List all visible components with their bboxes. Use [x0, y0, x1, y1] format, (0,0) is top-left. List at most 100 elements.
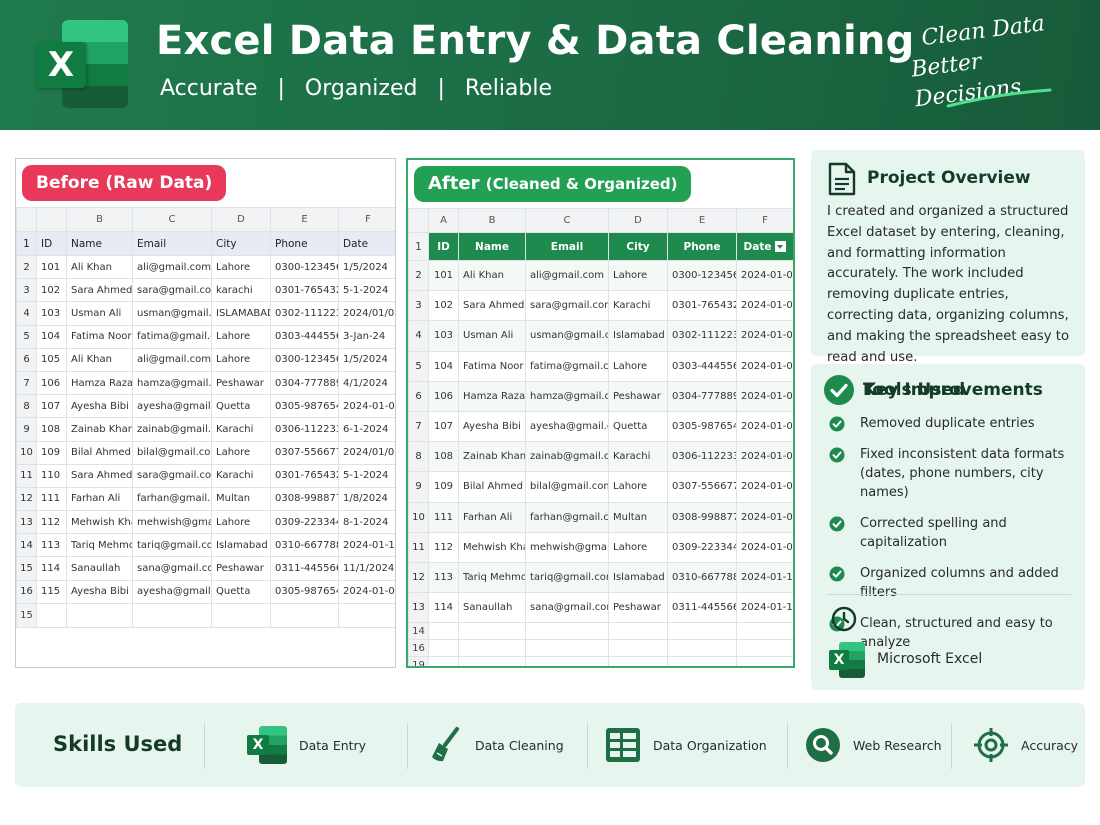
- table-cell[interactable]: 112: [36, 510, 67, 535]
- table-cell[interactable]: sara@gmail.com: [525, 290, 609, 322]
- row-number[interactable]: 19: [408, 656, 429, 666]
- column-header[interactable]: B: [66, 207, 133, 232]
- table-cell[interactable]: Zainab Khan: [66, 417, 133, 442]
- table-cell[interactable]: usman@gmail.com: [525, 320, 609, 352]
- table-cell[interactable]: ISLAMABAD: [211, 301, 271, 326]
- corner-cell[interactable]: [408, 208, 429, 233]
- table-cell[interactable]: [66, 602, 133, 628]
- table-cell[interactable]: [270, 602, 339, 628]
- table-cell[interactable]: 0300-1234567: [270, 254, 339, 280]
- table-cell[interactable]: [736, 622, 793, 641]
- table-cell[interactable]: 2024-01-07: [736, 471, 793, 503]
- table-cell[interactable]: Islamabad: [608, 561, 668, 594]
- table-cell[interactable]: 2024-01-03: [736, 350, 793, 382]
- table-cell[interactable]: 101: [36, 254, 67, 280]
- table-cell[interactable]: Lahore: [608, 471, 668, 503]
- table-cell[interactable]: [458, 622, 526, 641]
- row-number[interactable]: 14: [408, 622, 429, 641]
- row-number[interactable]: 3: [408, 290, 429, 322]
- table-cell[interactable]: [428, 639, 459, 658]
- table-cell[interactable]: usman@gmail.com: [132, 301, 212, 326]
- table-cell[interactable]: Lahore: [608, 531, 668, 563]
- header-cell[interactable]: City: [211, 231, 271, 256]
- row-number[interactable]: 2: [408, 259, 429, 292]
- table-cell[interactable]: ali@gmail.com: [525, 259, 609, 292]
- table-cell[interactable]: Karachi: [211, 463, 271, 488]
- table-cell[interactable]: 0307-5566778: [270, 440, 339, 465]
- row-number[interactable]: 16: [408, 639, 429, 658]
- header-cell[interactable]: Date: [736, 232, 793, 261]
- table-cell[interactable]: [736, 639, 793, 658]
- table-cell[interactable]: 5-1-2024: [338, 463, 395, 488]
- table-cell[interactable]: 110: [36, 463, 67, 488]
- table-cell[interactable]: Peshawar: [608, 380, 668, 412]
- table-cell[interactable]: [458, 656, 526, 666]
- table-cell[interactable]: ali@gmail.com: [132, 347, 212, 372]
- header-cell[interactable]: City: [608, 232, 668, 261]
- table-cell[interactable]: 107: [36, 394, 67, 419]
- table-cell[interactable]: [608, 639, 668, 658]
- table-cell[interactable]: Lahore: [608, 350, 668, 382]
- table-cell[interactable]: 104: [36, 324, 67, 349]
- row-number[interactable]: 5: [408, 350, 429, 382]
- table-cell[interactable]: 2024-01-06: [338, 579, 395, 604]
- table-cell[interactable]: fatima@gmail.com: [132, 324, 212, 349]
- column-header[interactable]: E: [270, 207, 339, 232]
- table-cell[interactable]: 103: [36, 301, 67, 326]
- table-cell[interactable]: 0304-7778899: [667, 380, 737, 412]
- table-cell[interactable]: Mehwish Khan: [458, 531, 526, 563]
- table-cell[interactable]: 1/5/2024: [338, 347, 395, 372]
- table-cell[interactable]: 106: [428, 380, 459, 412]
- table-cell[interactable]: zainab@gmail.com: [132, 417, 212, 442]
- table-cell[interactable]: Ali Khan: [66, 254, 133, 280]
- row-number[interactable]: 13: [16, 510, 37, 535]
- table-cell[interactable]: [667, 656, 737, 666]
- table-cell[interactable]: 0302-1112233: [667, 320, 737, 352]
- table-cell[interactable]: 114: [36, 556, 67, 581]
- table-cell[interactable]: 0309-2233445: [270, 510, 339, 535]
- column-header[interactable]: B: [458, 208, 526, 233]
- column-header[interactable]: F: [736, 208, 793, 233]
- row-number[interactable]: 15: [16, 556, 37, 581]
- table-cell[interactable]: 0303-4445566: [270, 324, 339, 349]
- row-number[interactable]: 10: [16, 440, 37, 465]
- table-cell[interactable]: tariq@gmail.com: [132, 533, 212, 558]
- table-cell[interactable]: Lahore: [211, 324, 271, 349]
- table-cell[interactable]: 2024-01-05: [736, 290, 793, 322]
- table-cell[interactable]: ayesha@gmail.com: [132, 394, 212, 419]
- row-number[interactable]: 8: [408, 441, 429, 473]
- table-cell[interactable]: 0305-9876543: [270, 394, 339, 419]
- table-cell[interactable]: Lahore: [608, 259, 668, 292]
- row-number[interactable]: 6: [16, 347, 37, 372]
- table-cell[interactable]: sana@gmail.com: [132, 556, 212, 581]
- table-cell[interactable]: 0309-2233445: [667, 531, 737, 563]
- table-cell[interactable]: 0306-1122334: [270, 417, 339, 442]
- row-number[interactable]: 9: [408, 471, 429, 503]
- table-cell[interactable]: Sanaullah: [458, 592, 526, 624]
- table-cell[interactable]: Multan: [608, 501, 668, 533]
- table-cell[interactable]: [36, 602, 67, 628]
- table-cell[interactable]: [458, 639, 526, 658]
- table-cell[interactable]: 1/5/2024: [338, 254, 395, 280]
- table-cell[interactable]: mehwish@gmail.com: [132, 510, 212, 535]
- header-cell[interactable]: Phone: [667, 232, 737, 261]
- table-cell[interactable]: Lahore: [211, 440, 271, 465]
- table-cell[interactable]: 0308-9988776: [270, 486, 339, 512]
- table-cell[interactable]: Karachi: [608, 441, 668, 473]
- table-cell[interactable]: sara@gmail.com: [132, 278, 212, 303]
- column-header[interactable]: A: [428, 208, 459, 233]
- table-cell[interactable]: 115: [36, 579, 67, 604]
- row-number[interactable]: 11: [408, 531, 429, 563]
- table-cell[interactable]: 2024-01-10: [338, 533, 395, 558]
- table-cell[interactable]: 1/8/2024: [338, 486, 395, 512]
- row-number[interactable]: 4: [16, 301, 37, 326]
- table-cell[interactable]: Quetta: [211, 394, 271, 419]
- table-cell[interactable]: 101: [428, 259, 459, 292]
- table-cell[interactable]: [132, 602, 212, 628]
- header-cell[interactable]: Email: [525, 232, 609, 261]
- header-cell[interactable]: Phone: [270, 231, 339, 256]
- table-cell[interactable]: 111: [428, 501, 459, 533]
- table-cell[interactable]: Islamabad: [608, 320, 668, 352]
- table-cell[interactable]: tariq@gmail.com: [525, 561, 609, 594]
- table-cell[interactable]: 2024/01/07: [338, 440, 395, 465]
